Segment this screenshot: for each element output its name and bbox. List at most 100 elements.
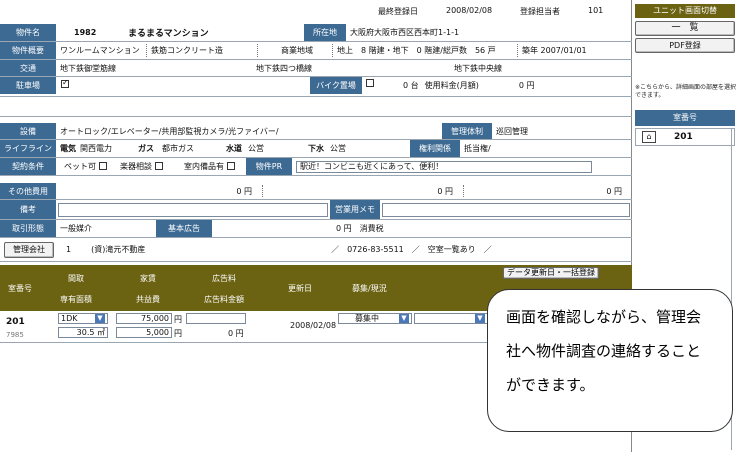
col-rent: 家賃 [140, 274, 156, 283]
water-label: 水道 [226, 144, 242, 153]
transport-line-1[interactable]: 地下鉄御堂筋線 [56, 63, 252, 74]
col-updated: 更新日 [288, 284, 312, 293]
electric-label: 電気 [60, 144, 76, 153]
sales-memo-input[interactable] [382, 202, 630, 217]
sewer-label: 下水 [308, 144, 324, 153]
base-ad-value[interactable]: 0 円 [336, 223, 352, 234]
music-checkbox[interactable] [155, 161, 163, 170]
rights-label: 権利関係 [410, 140, 460, 157]
room-list-item[interactable]: ⌂ 201 [635, 128, 735, 146]
zone[interactable]: 商業地域 [258, 45, 332, 56]
management-label: 管理体制 [442, 123, 492, 139]
transport-line-2[interactable]: 地下鉄四つ橋線 [252, 63, 450, 74]
building-type[interactable]: ワンルームマンション [56, 45, 146, 56]
layout-select[interactable]: 1DK ▼ [58, 313, 108, 324]
col-room: 室番号 [8, 284, 32, 293]
chevron-down-icon: ▼ [475, 314, 485, 323]
bike-count[interactable]: 0 台 [403, 80, 419, 91]
rent-input[interactable]: 75,000 [116, 313, 172, 324]
management-value[interactable]: 巡回管理 [492, 126, 632, 137]
status-detail-select[interactable]: ▼ [414, 313, 488, 324]
transport-label: 交通 [0, 60, 56, 76]
row-summary: 物件概要 ワンルームマンション 鉄筋コンクリート造 商業地域 地上 8 階建・地… [0, 42, 632, 60]
row-equipment: 設備 オートロック/エレベーター/共用部監視カメラ/光ファイバー/ 管理体制 巡… [0, 123, 632, 140]
bulk-update-button[interactable]: データ更新日・一括登録 [503, 267, 599, 279]
unit-switch-button[interactable]: ユニット画面切替 [635, 4, 735, 18]
bike-parking-checkbox[interactable] [366, 79, 374, 87]
col-ad-fee: 広告料 [212, 274, 236, 283]
notes-label: 備考 [0, 200, 56, 219]
row-other-cost: その他費用 0 円 0 円 0 円 [0, 183, 632, 200]
structure[interactable]: 鉄筋コンクリート造 [147, 45, 257, 56]
common-fee-unit: 円 [174, 329, 182, 338]
row-deal: 取引形態 一般媒介 基本広告 0 円 消費税 [0, 220, 632, 238]
bike-fee[interactable]: 0 円 [519, 80, 535, 91]
summary-label: 物件概要 [0, 42, 56, 59]
sales-memo-label: 営業用メモ [330, 200, 380, 219]
property-name-label: 物件名 [0, 24, 56, 41]
gas-value[interactable]: 都市ガス [162, 143, 222, 154]
base-ad-label: 基本広告 [156, 220, 212, 237]
room-list-number[interactable]: 201 [674, 132, 693, 142]
gas-label: ガス [138, 144, 154, 153]
unit-room-number[interactable]: 201 [6, 317, 25, 327]
room-list-header: 室番号 [635, 110, 735, 126]
room-icon: ⌂ [642, 131, 656, 143]
pr-label: 物件PR [246, 158, 292, 175]
other-cost-1[interactable]: 0 円 [56, 186, 252, 197]
property-id[interactable]: 1982 [56, 28, 104, 37]
other-cost-2[interactable]: 0 円 [263, 186, 453, 197]
rights-value[interactable]: 抵当権/ [460, 143, 632, 154]
layout-value: 1DK [61, 314, 78, 323]
equipment-value[interactable]: オートロック/エレベーター/共用部監視カメラ/光ファイバー/ [56, 126, 442, 137]
deal-type-value[interactable]: 一般媒介 [60, 223, 156, 234]
company-contact[interactable]: ／ 0726-83-5511 ／ 空室一覧あり ／ [331, 244, 492, 255]
ad-fee-input[interactable] [186, 313, 246, 324]
floors[interactable]: 地上 8 階建・地下 0 階建/総戸数 56 戸 [333, 45, 517, 56]
col-ad-fee-amount: 広告料金額 [204, 295, 244, 304]
contract-label: 契約条件 [0, 158, 56, 175]
row-transport: 交通 地下鉄御堂筋線 地下鉄四つ橋線 地下鉄中央線 [0, 60, 632, 77]
pr-input[interactable]: 駅近！コンビニも近くにあって、便利！ [296, 160, 592, 173]
address-value[interactable]: 大阪府大阪市西区西本町1-1-1 [346, 27, 632, 38]
parking-checkbox[interactable] [61, 78, 69, 88]
ad-fee-amount[interactable]: 0 円 [228, 328, 244, 339]
area-input[interactable]: 30.5 ㎡ [58, 327, 108, 338]
company-number[interactable]: 1 [66, 245, 71, 254]
pet-checkbox[interactable] [99, 161, 107, 170]
row-lifeline: ライフライン 電気 関西電力 ガス 都市ガス 水道 公営 下水 公営 権利関係 … [0, 140, 632, 158]
management-company-button[interactable]: 管理会社 [4, 241, 54, 258]
lifeline-label: ライフライン [0, 140, 56, 157]
status-value: 募集中 [355, 314, 379, 323]
unit-code: 7985 [6, 331, 24, 339]
deal-type-label: 取引形態 [0, 220, 56, 237]
status-select[interactable]: 募集中 ▼ [338, 313, 412, 324]
chevron-down-icon: ▼ [95, 314, 105, 323]
chevron-down-icon: ▼ [399, 314, 409, 323]
other-cost-label: その他費用 [0, 183, 56, 199]
electric-value[interactable]: 関西電力 [80, 143, 128, 154]
notes-input[interactable] [58, 202, 328, 217]
row-contract: 契約条件 ペット可 楽器相談 室内備品有 物件PR 駅近！コンビニも近くにあって… [0, 158, 632, 176]
built-year[interactable]: 築年 2007/01/01 [518, 45, 632, 56]
pdf-register-button[interactable]: PDF登録 [635, 38, 735, 53]
list-button[interactable]: 一 覧 [635, 21, 735, 36]
property-name[interactable]: まるまるマンション [104, 26, 304, 39]
sewer-value[interactable]: 公営 [330, 143, 410, 154]
col-common-fee: 共益費 [136, 295, 160, 304]
pet-label: ペット可 [64, 162, 96, 171]
registrant-value: 101 [588, 6, 604, 15]
transport-line-3[interactable]: 地下鉄中央線 [450, 63, 632, 74]
indoor-checkbox[interactable] [227, 161, 235, 170]
col-area: 専有面積 [60, 295, 92, 304]
col-status: 募集/現況 [352, 284, 387, 293]
last-registered-label: 最終登録日 [378, 7, 418, 16]
unit-updated-date[interactable]: 2008/02/08 [290, 321, 336, 330]
company-name[interactable]: (資)滝元不動産 [91, 244, 321, 255]
other-cost-3[interactable]: 0 円 [464, 186, 622, 197]
common-fee-input[interactable]: 5,000 [116, 327, 172, 338]
bike-fee-label: 使用料金(月額) [424, 81, 479, 90]
row-parking: 駐車場 バイク置場 0 台 使用料金(月額) 0 円 [0, 77, 632, 97]
row-management-company: 管理会社 1 (資)滝元不動産 ／ 0726-83-5511 ／ 空室一覧あり … [0, 238, 632, 262]
water-value[interactable]: 公営 [248, 143, 308, 154]
